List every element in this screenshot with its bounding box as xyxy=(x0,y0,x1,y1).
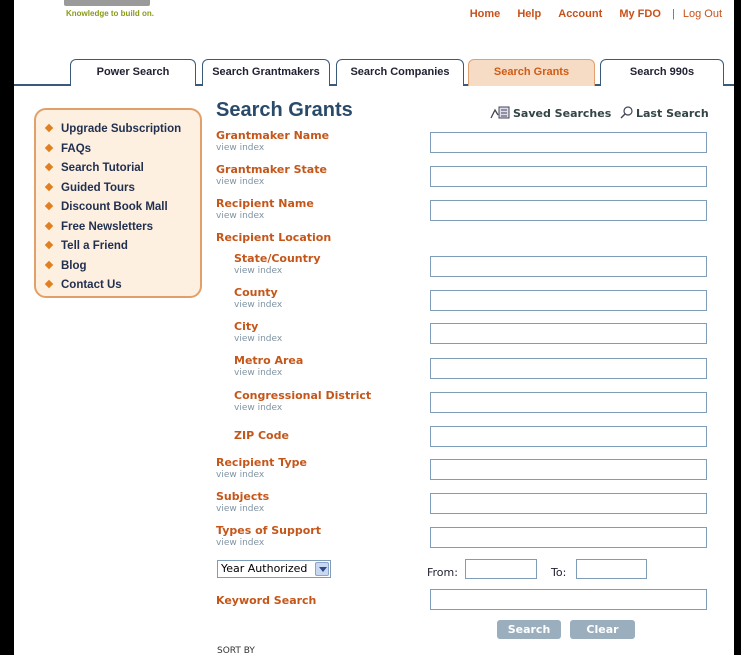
label-zip-code: ZIP Code xyxy=(234,429,289,442)
diamond-bullet-icon xyxy=(44,279,54,289)
sidebar-item-book-mall[interactable]: Discount Book Mall xyxy=(44,198,200,218)
view-index-link[interactable]: view index xyxy=(216,504,264,514)
tab-search-grants[interactable]: Search Grants xyxy=(468,59,595,86)
nav-separator: | xyxy=(671,8,675,20)
diamond-bullet-icon xyxy=(44,162,54,172)
view-index-link[interactable]: view index xyxy=(234,300,282,310)
last-search-link[interactable]: Last Search xyxy=(620,106,709,120)
saved-searches-label: Saved Searches xyxy=(513,107,612,120)
label-recipient-name: Recipient Name xyxy=(216,197,314,210)
top-nav: Home Help Account My FDO | Log Out xyxy=(456,8,722,20)
sidebar-item-upgrade[interactable]: Upgrade Subscription xyxy=(44,120,200,140)
view-index-link[interactable]: view index xyxy=(234,368,282,378)
state-country-input[interactable] xyxy=(430,256,707,277)
from-year-input[interactable] xyxy=(465,559,537,579)
sidebar-item-blog[interactable]: Blog xyxy=(44,257,200,277)
view-index-link[interactable]: view index xyxy=(216,470,264,480)
zip-code-input[interactable] xyxy=(430,426,707,447)
view-index-link[interactable]: view index xyxy=(216,143,264,153)
label-grantmaker-state: Grantmaker State xyxy=(216,163,327,176)
saved-searches-link[interactable]: Saved Searches xyxy=(490,106,611,120)
view-index-link[interactable]: view index xyxy=(234,266,282,276)
year-authorized-value: Year Authorized xyxy=(221,562,308,575)
label-recipient-location: Recipient Location xyxy=(216,231,332,244)
logo[interactable] xyxy=(64,0,150,6)
nav-account-link[interactable]: Account xyxy=(558,8,602,20)
sidebar-item-label: Discount Book Mall xyxy=(61,201,168,213)
tab-search-990s[interactable]: Search 990s xyxy=(600,59,724,86)
sidebar-item-tutorial[interactable]: Search Tutorial xyxy=(44,159,200,179)
saved-searches-icon xyxy=(490,106,510,119)
subjects-input[interactable] xyxy=(430,493,707,514)
search-button[interactable]: Search xyxy=(497,620,561,639)
county-input[interactable] xyxy=(430,290,707,311)
chevron-down-icon xyxy=(315,562,329,576)
tab-search-grantmakers[interactable]: Search Grantmakers xyxy=(202,59,330,86)
label-city: City xyxy=(234,320,259,333)
nav-myfdo-link[interactable]: My FDO xyxy=(619,8,661,20)
view-index-link[interactable]: view index xyxy=(216,177,264,187)
label-county: County xyxy=(234,286,278,299)
clear-button[interactable]: Clear xyxy=(570,620,635,639)
label-congressional-district: Congressional District xyxy=(234,389,372,402)
diamond-bullet-icon xyxy=(44,123,54,133)
recipient-name-input[interactable] xyxy=(430,200,707,221)
view-index-link[interactable]: view index xyxy=(234,334,282,344)
magnifier-icon xyxy=(620,106,633,119)
page-frame: Knowledge to build on. Home Help Account… xyxy=(14,0,734,655)
label-state-country: State/Country xyxy=(234,252,321,265)
congressional-district-input[interactable] xyxy=(430,392,707,413)
label-keyword-search: Keyword Search xyxy=(216,594,317,607)
sidebar-item-tours[interactable]: Guided Tours xyxy=(44,179,200,199)
label-metro-area: Metro Area xyxy=(234,354,304,367)
view-index-link[interactable]: view index xyxy=(216,538,264,548)
diamond-bullet-icon xyxy=(44,182,54,191)
keyword-search-input[interactable] xyxy=(430,589,707,610)
sidebar-item-newsletters[interactable]: Free Newsletters xyxy=(44,218,200,238)
year-authorized-select[interactable]: Year Authorized xyxy=(217,560,331,578)
tab-bar: Power Search Search Grantmakers Search C… xyxy=(14,56,734,86)
sidebar-item-faqs[interactable]: FAQs xyxy=(44,140,200,160)
sidebar-menu: Upgrade Subscription FAQs Search Tutoria… xyxy=(34,108,202,298)
sidebar-item-label: Tell a Friend xyxy=(61,240,128,252)
label-types-of-support: Types of Support xyxy=(216,524,321,537)
last-search-label: Last Search xyxy=(636,107,709,120)
sidebar-item-label: Guided Tours xyxy=(61,181,135,194)
tab-power-search[interactable]: Power Search xyxy=(70,59,196,86)
label-grantmaker-name: Grantmaker Name xyxy=(216,129,330,142)
nav-help-link[interactable]: Help xyxy=(517,8,541,20)
diamond-bullet-icon xyxy=(44,240,54,250)
recipient-type-input[interactable] xyxy=(430,459,707,480)
city-input[interactable] xyxy=(430,323,707,344)
diamond-bullet-icon xyxy=(44,201,54,211)
tagline: Knowledge to build on. xyxy=(66,9,154,18)
sidebar-item-label: FAQs xyxy=(61,142,92,155)
page-title: Search Grants xyxy=(216,99,353,121)
grantmaker-name-input[interactable] xyxy=(430,132,707,153)
sidebar-item-label: Upgrade Subscription xyxy=(61,123,182,135)
diamond-bullet-icon xyxy=(44,260,54,269)
metro-area-input[interactable] xyxy=(430,358,707,379)
label-recipient-type: Recipient Type xyxy=(216,456,307,469)
view-index-link[interactable]: view index xyxy=(234,403,282,413)
label-subjects: Subjects xyxy=(216,490,270,503)
grantmaker-state-input[interactable] xyxy=(430,166,707,187)
tab-search-companies[interactable]: Search Companies xyxy=(336,59,464,86)
diamond-bullet-icon xyxy=(44,143,54,152)
to-year-input[interactable] xyxy=(576,559,647,579)
sidebar-item-label: Contact Us xyxy=(61,279,122,291)
sidebar-item-label: Search Tutorial xyxy=(61,162,144,174)
view-index-link[interactable]: view index xyxy=(216,211,264,221)
logout-link[interactable]: Log Out xyxy=(683,8,722,20)
sidebar-item-label: Free Newsletters xyxy=(61,220,154,233)
diamond-bullet-icon xyxy=(44,221,54,230)
sort-by-label: SORT BY xyxy=(217,646,255,655)
nav-home-link[interactable]: Home xyxy=(470,8,501,20)
sidebar-item-contact[interactable]: Contact Us xyxy=(44,276,200,296)
to-label: To: xyxy=(551,566,567,579)
from-label: From: xyxy=(427,566,458,579)
types-of-support-input[interactable] xyxy=(430,527,707,548)
sidebar-item-label: Blog xyxy=(61,259,87,272)
sidebar-item-tell-friend[interactable]: Tell a Friend xyxy=(44,237,200,257)
